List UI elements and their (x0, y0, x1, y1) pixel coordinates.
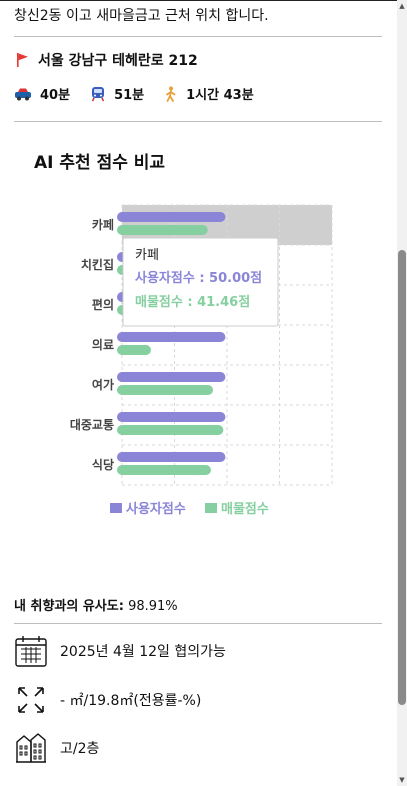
commute-car: 40분 (14, 84, 70, 103)
bar-user-score (117, 372, 226, 382)
commute-car-time: 40분 (40, 88, 71, 103)
divider (14, 36, 382, 37)
bar-listing-score (117, 225, 208, 235)
building-icon (14, 731, 48, 765)
car-icon (15, 88, 31, 100)
bar-listing-score (117, 345, 151, 355)
scroll-up-arrow[interactable]: ▲ (398, 2, 406, 10)
subway-icon (91, 86, 105, 101)
bar-listing-score (117, 385, 214, 395)
category-label: 카페 (92, 217, 114, 232)
legend-swatch (205, 503, 217, 513)
commute-walk: 1시간 43분 (164, 84, 254, 103)
legend-label: 매물점수 (221, 502, 269, 517)
legend-label: 사용자점수 (126, 501, 186, 517)
category-label: 의료 (92, 337, 114, 352)
commute-row: 40분 51분 1시간 43분 (14, 84, 274, 103)
walk-icon (166, 86, 176, 102)
similarity-label: 내 취향과의 유사도: (14, 599, 124, 614)
divider (14, 121, 382, 122)
category-label: 치킨집 (81, 257, 114, 272)
area-text: - ㎡/19.8㎡(전용률-%) (60, 693, 202, 709)
top-divider (0, 0, 397, 1)
detail-floor: 고/2층 (14, 731, 99, 765)
category-label: 여가 (92, 377, 114, 392)
score-comparison-chart: 카페치킨집편의의료여가대중교통식당사용자점수 매물점수 카페사용자점수 : 50.0… (70, 204, 333, 517)
bar-user-score (117, 412, 226, 422)
similarity-row: 내 취향과의 유사도: 98.91% (14, 595, 178, 614)
detail-move-in: 2025년 4월 12일 협의가능 (14, 634, 226, 668)
bar-listing-score (117, 425, 224, 435)
bar-user-score (117, 212, 226, 222)
category-label: 식당 (92, 457, 114, 472)
calendar-icon (14, 634, 48, 668)
category-label: 편의 (92, 297, 114, 312)
scroll-down-arrow[interactable]: ▼ (398, 776, 406, 784)
divider (14, 623, 382, 624)
category-label: 대중교통 (70, 417, 114, 432)
area-expand-icon (14, 683, 48, 717)
similarity-value: 98.91% (128, 599, 178, 614)
address-row: 서울 강남구 테헤란로 212 (14, 50, 198, 70)
bar-listing-score (117, 465, 211, 475)
tooltip-line: 매물점수 : 41.46점 (135, 295, 250, 310)
commute-subway-time: 51분 (114, 88, 145, 103)
address-text: 서울 강남구 테헤란로 212 (38, 53, 198, 69)
detail-area: - ㎡/19.8㎡(전용률-%) (14, 683, 201, 717)
listing-description: 창신2동 이고 새마을금고 근처 위치 합니다. (14, 8, 269, 24)
move-in-date: 2025년 4월 12일 협의가능 (60, 644, 226, 660)
flag-icon (17, 53, 28, 67)
bar-user-score (117, 452, 226, 462)
floor-text: 고/2층 (60, 741, 100, 757)
scrollbar-thumb[interactable] (398, 250, 406, 705)
bar-user-score (117, 332, 226, 342)
commute-walk-time: 1시간 43분 (186, 88, 254, 103)
commute-subway: 51분 (90, 84, 144, 103)
tooltip-title: 카페 (135, 248, 159, 263)
tooltip-line: 사용자점수 : 50.00점 (135, 270, 262, 286)
legend-swatch (110, 503, 122, 513)
chart-title: AI 추천 점수 비교 (34, 153, 166, 173)
